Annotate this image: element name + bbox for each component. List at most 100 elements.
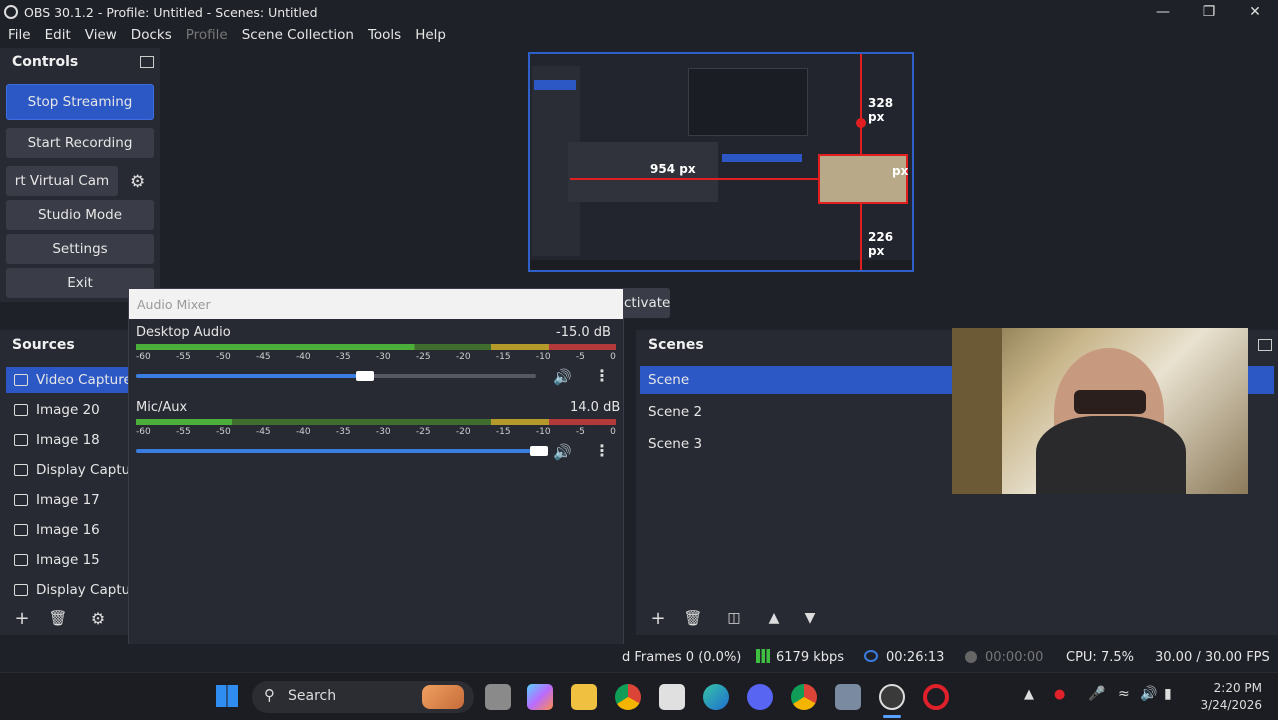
desktop-audio-volume-slider[interactable]: [356, 371, 374, 381]
discord-icon[interactable]: [747, 684, 773, 710]
windows-start-icon[interactable]: [216, 685, 238, 707]
virtual-cam-settings-gear-icon[interactable]: ⚙: [130, 172, 145, 192]
mic-aux-volume-slider[interactable]: [530, 446, 548, 456]
controls-title: Controls: [12, 54, 79, 70]
add-source-plus-icon[interactable]: +: [11, 607, 33, 629]
cpu-text: CPU: 7.5%: [1066, 650, 1134, 665]
remove-source-trash-icon[interactable]: 🗑: [47, 607, 69, 629]
microphone-icon[interactable]: 🎤: [1088, 686, 1105, 702]
desktop-audio-speaker-icon[interactable]: 🔊: [553, 368, 572, 386]
volume-icon[interactable]: 🔊: [1140, 686, 1157, 702]
guide-label-left: 954 px: [650, 162, 696, 176]
guide-label-top: 328 px: [868, 96, 894, 124]
battery-icon[interactable]: ▮: [1164, 686, 1172, 702]
status-bar: d Frames 0 (0.0%) 6179 kbps 00:26:13 00:…: [0, 644, 1278, 672]
virtual-cam-button[interactable]: rt Virtual Cam: [6, 166, 118, 196]
file-explorer-icon[interactable]: [571, 684, 597, 710]
edge-icon[interactable]: [703, 684, 729, 710]
source-label: Image 18: [36, 432, 100, 448]
mic-aux-label: Mic/Aux: [136, 400, 188, 415]
obs-taskbar-icon[interactable]: [879, 684, 905, 710]
scenes-undock-icon[interactable]: [1258, 339, 1272, 351]
close-icon[interactable]: ✕: [1232, 0, 1278, 24]
stream-status-icon: [864, 650, 878, 662]
monitor-icon: [14, 584, 28, 596]
activate-button[interactable]: ctivate: [624, 295, 670, 311]
mic-aux-speaker-icon[interactable]: 🔊: [553, 443, 572, 461]
chrome-profile-icon[interactable]: [791, 684, 817, 710]
windows-taskbar: ⚲ Search ▲ ● 🎤 ≈ 🔊 ▮ 2:20 PM 3/24/2026: [0, 672, 1278, 720]
search-icon: ⚲: [264, 686, 275, 704]
menu-help[interactable]: Help: [415, 27, 446, 43]
tray-app-icon[interactable]: ●: [1054, 687, 1065, 702]
search-highlight-icon: [422, 685, 464, 709]
dropped-frames-text: d Frames 0 (0.0%): [622, 650, 742, 665]
active-app-indicator: [883, 715, 901, 718]
store-icon[interactable]: [659, 684, 685, 710]
mic-aux-menu-kebab-icon[interactable]: ⋮: [594, 441, 610, 460]
start-recording-button[interactable]: Start Recording: [6, 128, 154, 158]
opera-icon[interactable]: [923, 684, 949, 710]
mic-aux-ticks: -60 -55 -50 -45 -40 -35 -30 -25 -20 -15 -10 -5 0: [136, 427, 616, 437]
maximize-icon[interactable]: ❐: [1186, 0, 1232, 24]
image-icon: [14, 434, 28, 446]
webcam-overlay: [952, 328, 1248, 494]
image-icon: [14, 554, 28, 566]
studio-mode-button[interactable]: Studio Mode: [6, 200, 154, 230]
move-scene-down-chevron-icon[interactable]: ▼: [799, 607, 821, 629]
menu-edit[interactable]: Edit: [45, 27, 71, 43]
desktop-audio-label: Desktop Audio: [136, 325, 231, 340]
preview-canvas[interactable]: 328 px 954 px px 226 px: [528, 52, 914, 272]
audio-mixer-title: Audio Mixer: [129, 289, 623, 319]
image-icon: [14, 494, 28, 506]
image-icon: [14, 404, 28, 416]
move-scene-up-chevron-icon[interactable]: ▲: [763, 607, 785, 629]
fps-text: 30.00 / 30.00 FPS: [1155, 650, 1270, 665]
search-label: Search: [288, 688, 337, 704]
stream-time-text: 00:26:13: [886, 650, 945, 665]
guide-label-right: px: [892, 164, 909, 178]
monitor-icon: [14, 464, 28, 476]
taskbar-clock-date[interactable]: 3/24/2026: [1196, 698, 1262, 712]
menu-view[interactable]: View: [85, 27, 117, 43]
taskbar-clock-time[interactable]: 2:20 PM: [1212, 681, 1262, 695]
desktop-audio-menu-kebab-icon[interactable]: ⋮: [594, 366, 610, 385]
window-title: OBS 30.1.2 - Profile: Untitled - Scenes:…: [24, 4, 318, 20]
taskbar-search-box[interactable]: ⚲ Search: [252, 681, 474, 713]
chrome-icon[interactable]: [615, 684, 641, 710]
scenes-title: Scenes: [648, 337, 704, 353]
signal-bars-icon: [756, 649, 770, 663]
source-label: Image 16: [36, 522, 100, 538]
tray-chevron-up-icon[interactable]: ▲: [1024, 687, 1034, 702]
settings-button[interactable]: Settings: [6, 234, 154, 264]
minimize-icon[interactable]: —: [1140, 0, 1186, 24]
mic-aux-meter: [136, 419, 616, 425]
remove-scene-trash-icon[interactable]: 🗑: [682, 607, 704, 629]
record-status-icon: [965, 651, 977, 663]
menu-profile[interactable]: Profile: [186, 27, 228, 43]
menu-tools[interactable]: Tools: [368, 27, 401, 43]
task-view-icon[interactable]: [485, 684, 511, 710]
menu-bar: File Edit View Docks Profile Scene Colle…: [0, 24, 1278, 46]
scene-filter-icon[interactable]: ◫: [723, 607, 745, 629]
source-label: Image 20: [36, 402, 100, 418]
mic-aux-volume-fill: [136, 449, 536, 453]
copilot-icon[interactable]: [527, 684, 553, 710]
mic-aux-db: 14.0 dB: [570, 400, 621, 415]
stop-streaming-button[interactable]: Stop Streaming: [6, 84, 154, 120]
menu-scene-collection[interactable]: Scene Collection: [242, 27, 354, 43]
bitrate-text: 6179 kbps: [776, 650, 845, 665]
camera-icon: [14, 374, 28, 386]
add-scene-plus-icon[interactable]: +: [647, 607, 669, 629]
undock-icon[interactable]: [140, 56, 154, 68]
desktop-audio-volume-fill: [136, 374, 366, 378]
menu-docks[interactable]: Docks: [131, 27, 172, 43]
desktop-audio-ticks: -60 -55 -50 -45 -40 -35 -30 -25 -20 -15 -10 -5 0: [136, 352, 616, 362]
source-properties-gear-icon[interactable]: ⚙: [87, 607, 109, 629]
menu-file[interactable]: File: [8, 27, 31, 43]
image-icon: [14, 524, 28, 536]
settings-gear-icon[interactable]: [835, 684, 861, 710]
wifi-icon[interactable]: ≈: [1118, 686, 1130, 702]
obs-logo-icon: [4, 5, 18, 19]
source-label: Image 15: [36, 552, 100, 568]
